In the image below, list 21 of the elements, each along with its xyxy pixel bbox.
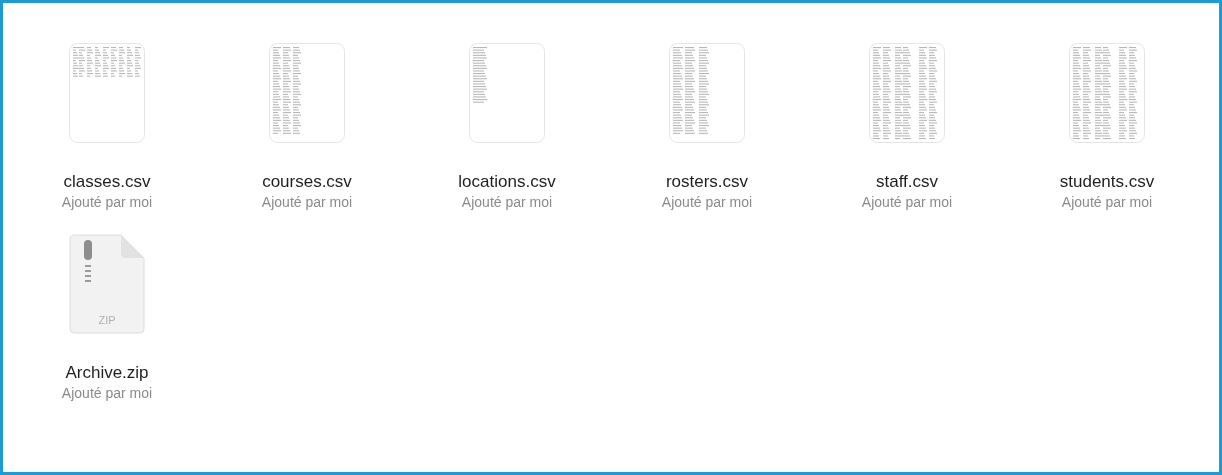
document-thumbnail-icon [669, 43, 745, 143]
document-thumbnail-icon [469, 43, 545, 143]
file-subtitle: Ajouté par moi [461, 194, 553, 212]
file-subtitle: Ajouté par moi [661, 194, 753, 212]
file-subtitle: Ajouté par moi [61, 385, 153, 403]
file-subtitle: Ajouté par moi [261, 194, 353, 212]
file-name[interactable]: students.csv [1059, 171, 1155, 193]
zip-file-icon: ZIP [69, 233, 145, 334]
file-name[interactable]: locations.csv [458, 171, 556, 193]
file-subtitle: Ajouté par moi [61, 194, 153, 212]
file-name[interactable]: classes.csv [63, 171, 151, 193]
file-name[interactable]: rosters.csv [665, 171, 749, 193]
file-name[interactable]: staff.csv [875, 171, 938, 193]
document-thumbnail-icon [869, 43, 945, 143]
document-thumbnail-icon [269, 43, 345, 143]
document-thumbnail-icon [1069, 43, 1145, 143]
document-thumbnail-icon [69, 43, 145, 143]
file-name[interactable]: courses.csv [262, 171, 352, 193]
file-name[interactable]: Archive.zip [65, 361, 149, 383]
file-subtitle: Ajouté par moi [861, 194, 953, 212]
file-subtitle: Ajouté par moi [1061, 194, 1153, 212]
